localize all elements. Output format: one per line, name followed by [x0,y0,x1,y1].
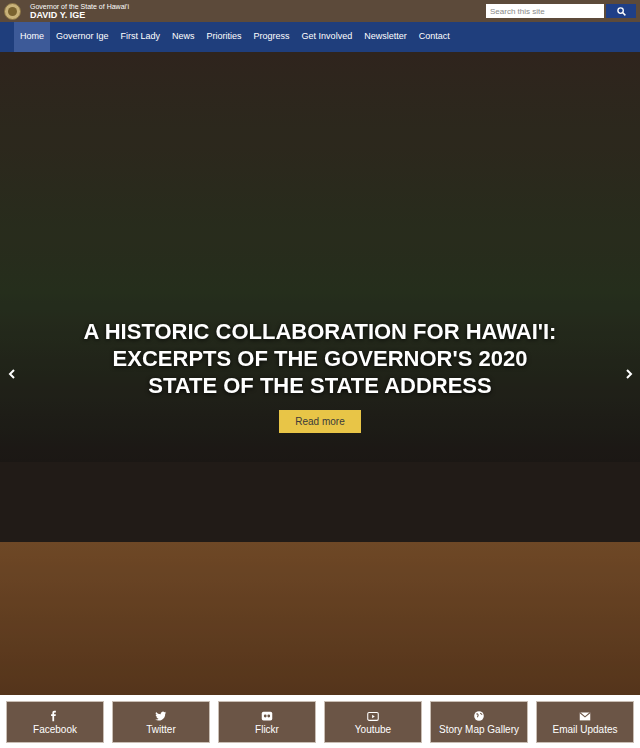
search-button[interactable] [606,4,636,18]
nav-label: Home [20,30,44,44]
social-button[interactable]: Youtube [324,701,422,743]
read-more-button[interactable]: Read more [279,410,360,433]
nav-item[interactable]: Contact [413,22,456,52]
social-button[interactable]: Flickr [218,701,316,743]
prev-slide-button[interactable] [5,367,17,381]
flickr-icon [260,709,274,723]
search-form [486,3,636,19]
nav-label: Contact [419,30,450,44]
social-button[interactable]: Facebook [6,701,104,743]
twitter-icon [154,709,168,723]
chevron-right-icon [626,369,633,379]
nav-label: First Lady [121,30,161,44]
magnifier-icon [617,7,626,16]
globe-icon [472,709,486,723]
nav-item[interactable]: Home [14,22,50,52]
social-button[interactable]: Email Updates [536,701,634,743]
nav-label: Newsletter [364,30,407,44]
nav-label: Get Involved [302,30,353,44]
social-button[interactable]: Twitter [112,701,210,743]
nav-label: Progress [254,30,290,44]
next-slide-button[interactable] [623,367,635,381]
nav-item[interactable]: Governor Ige [50,22,115,52]
social-label: Youtube [355,725,391,735]
social-button[interactable]: Story Map Gallery [430,701,528,743]
nav-label: Priorities [207,30,242,44]
chevron-left-icon [8,369,15,379]
social-label: Story Map Gallery [439,725,519,735]
nav-item[interactable]: First Lady [115,22,167,52]
nav-item[interactable]: Progress [248,22,296,52]
search-field[interactable] [486,4,604,18]
nav-item[interactable]: Newsletter [358,22,413,52]
main-nav: Home Governor Ige First Lady News Priorities… [0,22,640,52]
social-label: Facebook [33,725,77,735]
social-label: Flickr [255,725,279,735]
state-seal-icon[interactable] [4,3,21,20]
site-name: DAVID Y. IGE [30,11,129,20]
facebook-icon [48,709,62,723]
site-title[interactable]: Governor of the State of Hawai'i DAVID Y… [30,3,129,20]
envelope-icon [578,709,592,723]
social-label: Twitter [146,725,175,735]
nav-item[interactable]: Get Involved [296,22,359,52]
social-bar: Facebook Twitter Flickr Youtube Story Map Ga… [0,695,640,748]
youtube-icon [366,709,380,723]
nav-label: News [172,30,195,44]
hero-slider: A HISTORIC COLLABORATION FOR HAWAI'I: EX… [0,52,640,695]
nav-item[interactable]: News [166,22,201,52]
site-header: Governor of the State of Hawai'i DAVID Y… [0,0,640,22]
slide-title: A HISTORIC COLLABORATION FOR HAWAI'I: EX… [80,318,560,399]
social-label: Email Updates [552,725,617,735]
site-subtitle: Governor of the State of Hawai'i [30,3,129,10]
nav-label: Governor Ige [56,30,109,44]
nav-item[interactable]: Priorities [201,22,248,52]
